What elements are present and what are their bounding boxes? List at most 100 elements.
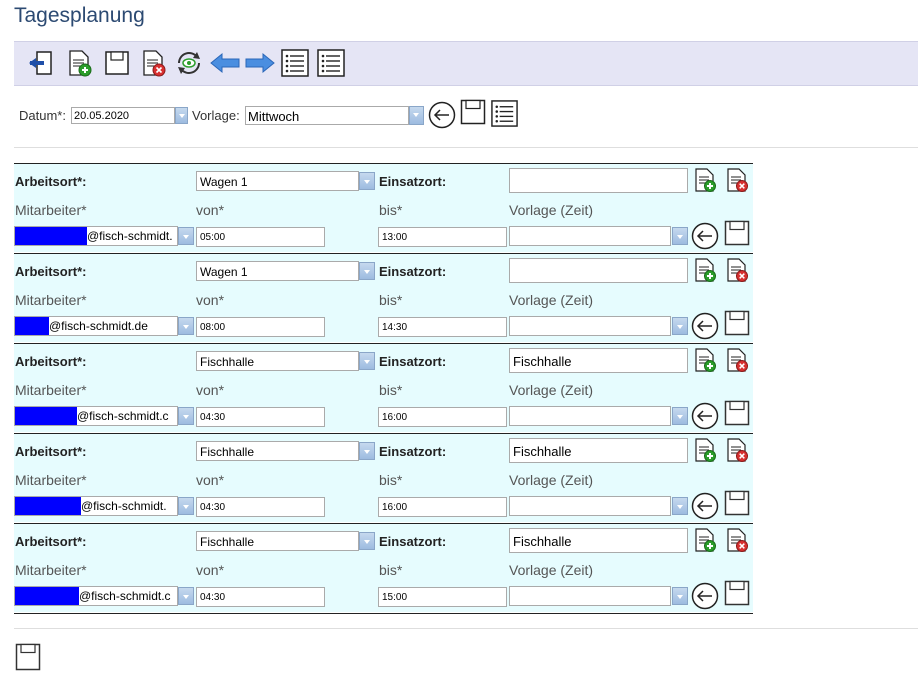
save-button[interactable] <box>102 48 132 78</box>
save-all-button[interactable] <box>15 643 41 671</box>
save-row-button[interactable] <box>724 220 750 246</box>
circle-arrow-left-icon <box>428 101 456 129</box>
doc-delete-icon <box>727 438 748 462</box>
arbeitsort-dropdown-button[interactable] <box>359 442 375 460</box>
divider <box>14 147 918 148</box>
arbeitsort-select[interactable]: Fischhalle <box>196 531 359 551</box>
circle-arrow-left-icon <box>691 492 719 520</box>
add-row-button[interactable] <box>692 257 718 283</box>
mitarbeiter-select[interactable]: @fisch-schmidt.c <box>14 586 178 606</box>
mitarbeiter-dropdown-button[interactable] <box>178 587 194 605</box>
table-row: Arbeitsort*: Wagen 1 Einsatzort: Mitarbe… <box>14 163 753 252</box>
back-exit-button[interactable] <box>26 48 56 78</box>
von-input[interactable]: 04:30 <box>196 497 325 517</box>
apply-vorlage-button[interactable] <box>428 101 456 129</box>
von-input[interactable]: 05:00 <box>196 227 325 247</box>
save-row-button[interactable] <box>724 580 750 606</box>
new-document-button[interactable] <box>64 48 94 78</box>
add-row-button[interactable] <box>692 347 718 373</box>
apply-vorlage-zeit-button[interactable] <box>691 312 719 340</box>
arbeitsort-select[interactable]: Fischhalle <box>196 441 359 461</box>
list-button[interactable] <box>280 48 310 78</box>
next-button[interactable] <box>244 48 276 78</box>
delete-row-button[interactable] <box>724 167 750 193</box>
datum-label: Datum*: <box>19 108 66 123</box>
redacted-name <box>15 407 77 425</box>
delete-row-button[interactable] <box>724 527 750 553</box>
einsatzort-label: Einsatzort: <box>379 534 447 549</box>
vorlage-zeit-dropdown-button[interactable] <box>672 497 688 515</box>
apply-vorlage-zeit-button[interactable] <box>691 582 719 610</box>
add-row-button[interactable] <box>692 527 718 553</box>
arbeitsort-label: Arbeitsort*: <box>15 444 87 459</box>
delete-row-button[interactable] <box>724 347 750 373</box>
einsatzort-label: Einsatzort: <box>379 444 447 459</box>
vorlage-zeit-dropdown-button[interactable] <box>672 407 688 425</box>
einsatzort-input[interactable] <box>509 168 688 193</box>
vorlage-zeit-dropdown-button[interactable] <box>672 317 688 335</box>
add-row-button[interactable] <box>692 167 718 193</box>
table-row: Arbeitsort*: Fischhalle Einsatzort: Fisc… <box>14 343 753 432</box>
doc-delete-icon <box>727 348 748 372</box>
floppy-icon <box>724 490 750 516</box>
von-input[interactable]: 08:00 <box>196 317 325 337</box>
vorlage-select[interactable]: Mittwoch <box>245 106 409 125</box>
vorlage-zeit-select[interactable] <box>509 226 671 246</box>
arbeitsort-dropdown-button[interactable] <box>359 532 375 550</box>
arbeitsort-select[interactable]: Wagen 1 <box>196 171 359 191</box>
vorlage-zeit-select[interactable] <box>509 406 671 426</box>
bis-label: bis* <box>379 292 403 308</box>
bis-input[interactable]: 13:00 <box>378 227 507 247</box>
arbeitsort-dropdown-button[interactable] <box>359 262 375 280</box>
mitarbeiter-dropdown-button[interactable] <box>178 317 194 335</box>
von-label: von* <box>196 562 225 578</box>
bis-input[interactable]: 15:00 <box>378 587 507 607</box>
bis-input[interactable]: 16:00 <box>378 497 507 517</box>
apply-vorlage-zeit-button[interactable] <box>691 222 719 250</box>
save-row-button[interactable] <box>724 490 750 516</box>
mitarbeiter-dropdown-button[interactable] <box>178 497 194 515</box>
vorlage-dropdown-button[interactable] <box>409 106 424 125</box>
mitarbeiter-dropdown-button[interactable] <box>178 227 194 245</box>
floppy-icon <box>724 310 750 336</box>
vorlage-zeit-select[interactable] <box>509 316 671 336</box>
save-vorlage-button[interactable] <box>460 99 486 125</box>
mitarbeiter-dropdown-button[interactable] <box>178 407 194 425</box>
von-input[interactable]: 04:30 <box>196 587 325 607</box>
mitarbeiter-select[interactable]: @fisch-schmidt. <box>14 496 178 516</box>
save-row-button[interactable] <box>724 310 750 336</box>
bis-input[interactable]: 16:00 <box>378 407 507 427</box>
datum-input[interactable]: 20.05.2020 <box>71 107 175 124</box>
mitarbeiter-select[interactable]: @fisch-schmidt. <box>14 226 178 246</box>
previous-button[interactable] <box>209 48 241 78</box>
arbeitsort-select[interactable]: Fischhalle <box>196 351 359 371</box>
arbeitsort-select[interactable]: Wagen 1 <box>196 261 359 281</box>
einsatzort-input[interactable] <box>509 258 688 283</box>
floppy-icon <box>724 580 750 606</box>
vorlage-zeit-select[interactable] <box>509 586 671 606</box>
arbeitsort-dropdown-button[interactable] <box>359 352 375 370</box>
einsatzort-input[interactable]: Fischhalle <box>509 438 688 463</box>
von-input[interactable]: 04:30 <box>196 407 325 427</box>
vorlage-label: Vorlage: <box>192 108 240 123</box>
delete-row-button[interactable] <box>724 437 750 463</box>
vorlage-zeit-select[interactable] <box>509 496 671 516</box>
add-row-button[interactable] <box>692 437 718 463</box>
vorlage-list-button[interactable] <box>490 99 519 128</box>
vorlage-zeit-dropdown-button[interactable] <box>672 227 688 245</box>
apply-vorlage-zeit-button[interactable] <box>691 402 719 430</box>
einsatzort-input[interactable]: Fischhalle <box>509 348 688 373</box>
vorlage-zeit-dropdown-button[interactable] <box>672 587 688 605</box>
apply-vorlage-zeit-button[interactable] <box>691 492 719 520</box>
list-alt-button[interactable] <box>316 48 346 78</box>
einsatzort-input[interactable]: Fischhalle <box>509 528 688 553</box>
delete-row-button[interactable] <box>724 257 750 283</box>
datum-picker-button[interactable] <box>175 107 188 124</box>
bis-input[interactable]: 14:30 <box>378 317 507 337</box>
arbeitsort-dropdown-button[interactable] <box>359 172 375 190</box>
mitarbeiter-select[interactable]: @fisch-schmidt.de <box>14 316 178 336</box>
refresh-button[interactable] <box>174 48 204 78</box>
delete-document-button[interactable] <box>138 48 168 78</box>
mitarbeiter-select[interactable]: @fisch-schmidt.c <box>14 406 178 426</box>
save-row-button[interactable] <box>724 400 750 426</box>
